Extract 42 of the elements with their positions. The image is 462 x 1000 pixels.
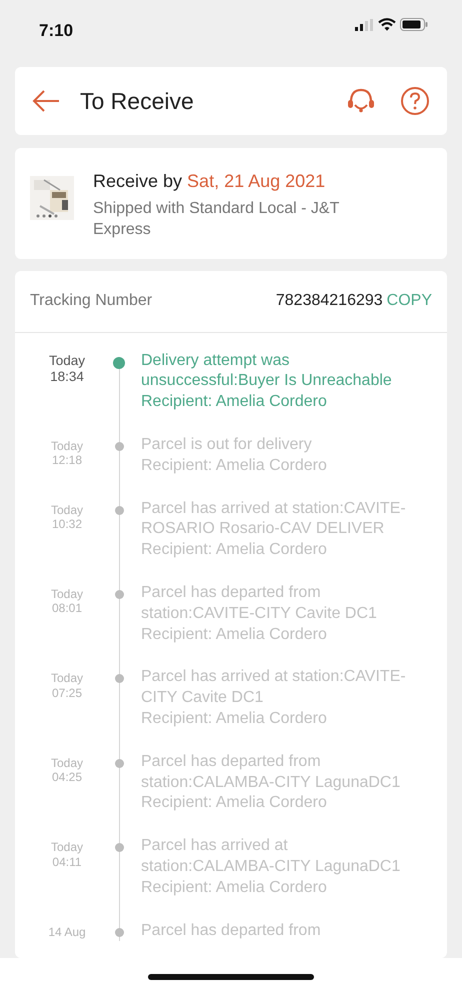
event-recipient: Recipient: Amelia Cordero	[141, 624, 328, 645]
event-description: Parcel has departed from	[141, 920, 322, 941]
tracking-label: Tracking Number	[30, 291, 154, 312]
event-description: Parcel has arrived at station:CALAMBA-CITY LagunaDC1	[141, 836, 402, 877]
event-description: Parcel has arrived at station:CAVITE-CITY Cavite DC1	[141, 667, 407, 708]
event-time: 07:25	[50, 686, 84, 700]
shipping-text: Shipped with Standard Local - J&T Express	[93, 199, 340, 240]
battery-icon	[400, 18, 428, 31]
event-description: Parcel has departed from station:CAVITE-CITY Cavite DC1	[141, 582, 378, 624]
wifi-icon	[378, 18, 396, 31]
event-time: 08:01	[50, 601, 84, 616]
event-time: 04:25	[50, 770, 84, 785]
event-recipient: Recipient: Amelia Cordero	[141, 708, 328, 729]
event-date: Today	[50, 756, 84, 770]
event-recipient: Recipient: Amelia Cordero	[141, 392, 328, 412]
back-arrow-icon[interactable]	[32, 90, 60, 112]
event-description: Delivery attempt was unsuccessful:Buyer Is Unreachable	[141, 350, 393, 392]
copy-link[interactable]: COPY	[386, 289, 432, 314]
event-recipient: Recipient: Amelia Cordero	[141, 793, 328, 814]
event-recipient: Recipient: Amelia Cordero	[141, 456, 328, 476]
event-date: Today	[50, 502, 84, 517]
receive-by-text: Receive by Sat, 21 Aug 2021	[93, 170, 326, 193]
page-title: To Receive	[80, 86, 195, 116]
status-time: 7:10	[39, 20, 74, 42]
event-date: Today	[50, 671, 84, 686]
event-recipient: Recipient: Amelia Cordero	[141, 878, 328, 898]
event-description: Parcel has departed from station:CALAMBA-CITY LagunaDC1	[141, 752, 402, 793]
event-date: Today	[50, 840, 84, 855]
event-description: Parcel is out for delivery	[141, 434, 313, 455]
event-date: Today	[50, 438, 84, 454]
event-time: 18:34	[49, 368, 85, 385]
event-date: Today	[48, 352, 86, 369]
event-date: 14 Aug	[47, 924, 87, 939]
event-description: Parcel has arrived at station:CAVITE-ROSARIO Rosario-CAV DELIVER	[141, 498, 407, 540]
signal-icon	[354, 18, 374, 30]
event-time: 12:18	[50, 453, 84, 468]
event-time: 04:11	[51, 854, 83, 869]
tracking-number: 782384216293	[276, 291, 383, 312]
event-recipient: Recipient: Amelia Cordero	[141, 540, 328, 560]
event-date: Today	[50, 586, 84, 602]
help-icon[interactable]	[400, 86, 430, 116]
event-time: 10:32	[50, 516, 84, 532]
